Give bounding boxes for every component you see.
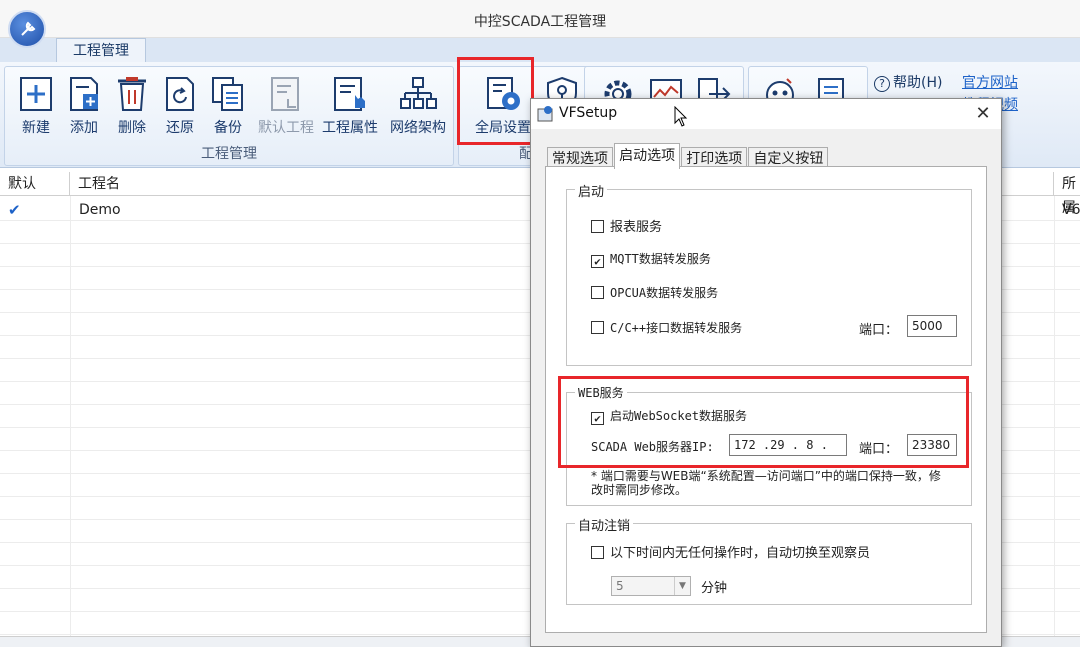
auto-logout-group: 自动注销 以下时间内无任何操作时，自动切换至观察员 5 ▼ 分钟 <box>566 515 972 605</box>
window-title: 中控SCADA工程管理 <box>473 14 607 30</box>
network-icon <box>399 75 437 113</box>
startup-group: 启动 报表服务 ✔ MQTT数据转发服务 OPCUA数据转发服务 C/C++接口数… <box>566 181 972 366</box>
dialog-title-bar[interactable]: VFSetup ✕ <box>531 99 1001 129</box>
checkmark-icon: ✔ <box>591 255 604 268</box>
report-service-checkbox[interactable]: 报表服务 <box>591 216 662 235</box>
new-icon <box>17 75 55 113</box>
chevron-down-icon: ▼ <box>674 577 690 595</box>
cpp-port-input[interactable]: 5000 <box>907 315 957 337</box>
dialog-title: VFSetup <box>559 105 618 121</box>
restore-icon <box>161 75 199 113</box>
mqtt-service-checkbox[interactable]: ✔ MQTT数据转发服务 <box>591 250 711 268</box>
title-bar: 中控SCADA工程管理 <box>0 0 1080 38</box>
startup-group-legend: 启动 <box>575 181 608 200</box>
port-sync-note: * 端口需要与WEB端“系统配置—访问端口”中的端口保持一致，修改时需同步修改。 <box>591 469 941 497</box>
logout-minutes-select[interactable]: 5 ▼ <box>611 576 691 596</box>
mouse-cursor-icon <box>674 105 688 132</box>
default-project-icon <box>267 75 305 113</box>
official-site-link[interactable]: 官方网站 <box>962 72 1018 92</box>
question-icon: ? <box>874 76 890 92</box>
cpp-service-checkbox[interactable]: C/C++接口数据转发服务 <box>591 319 742 336</box>
checkbox-box <box>591 220 604 233</box>
close-icon[interactable]: ✕ <box>971 102 995 126</box>
trash-icon <box>113 75 151 113</box>
backup-icon <box>209 75 247 113</box>
backup-button[interactable]: 备份 <box>203 75 253 137</box>
group-project-management: 新建 添加 删除 还原 备份 默认工程 工程属性 网络架构 工程管理 <box>4 66 454 166</box>
app-menu-icon[interactable] <box>8 10 46 48</box>
cpp-port-label: 端口： <box>859 323 899 338</box>
project-version-cell: V6 <box>1062 202 1080 218</box>
group-caption-project: 工程管理 <box>201 146 257 162</box>
column-default[interactable]: 默认 <box>0 172 70 196</box>
checkbox-box <box>591 321 604 334</box>
column-path[interactable]: 所属 <box>1054 172 1080 216</box>
tab-startup-options[interactable]: 启动选项 <box>614 143 681 169</box>
network-architecture-button[interactable]: 网络架构 <box>390 75 446 137</box>
help-button[interactable]: ? 帮助(H) <box>874 72 942 92</box>
checkbox-box <box>591 286 604 299</box>
auto-logout-checkbox[interactable]: 以下时间内无任何操作时，自动切换至观察员 <box>591 542 870 561</box>
highlight-global-settings <box>457 57 534 145</box>
default-project-button[interactable]: 默认工程 <box>258 75 314 137</box>
default-check-icon: ✔ <box>8 201 21 219</box>
minutes-unit-label: 分钟 <box>701 581 728 596</box>
project-properties-icon <box>331 75 369 113</box>
ribbon-tab-strip <box>0 38 1080 62</box>
project-properties-button[interactable]: 工程属性 <box>322 75 378 137</box>
vfsetup-dialog: VFSetup ✕ 常规选项 启动选项 打印选项 自定义按钮 启动 报表服务 ✔… <box>530 98 1002 647</box>
highlight-web-service <box>558 376 969 468</box>
add-icon <box>65 75 103 113</box>
opcua-service-checkbox[interactable]: OPCUA数据转发服务 <box>591 284 718 301</box>
project-name-cell: Demo <box>79 202 121 218</box>
tab-project-management[interactable]: 工程管理 <box>56 38 146 63</box>
dialog-tabs: 常规选项 启动选项 打印选项 自定义按钮 <box>547 143 829 169</box>
dialog-app-icon <box>537 105 555 123</box>
checkbox-box <box>591 546 604 559</box>
auto-logout-legend: 自动注销 <box>575 515 634 534</box>
